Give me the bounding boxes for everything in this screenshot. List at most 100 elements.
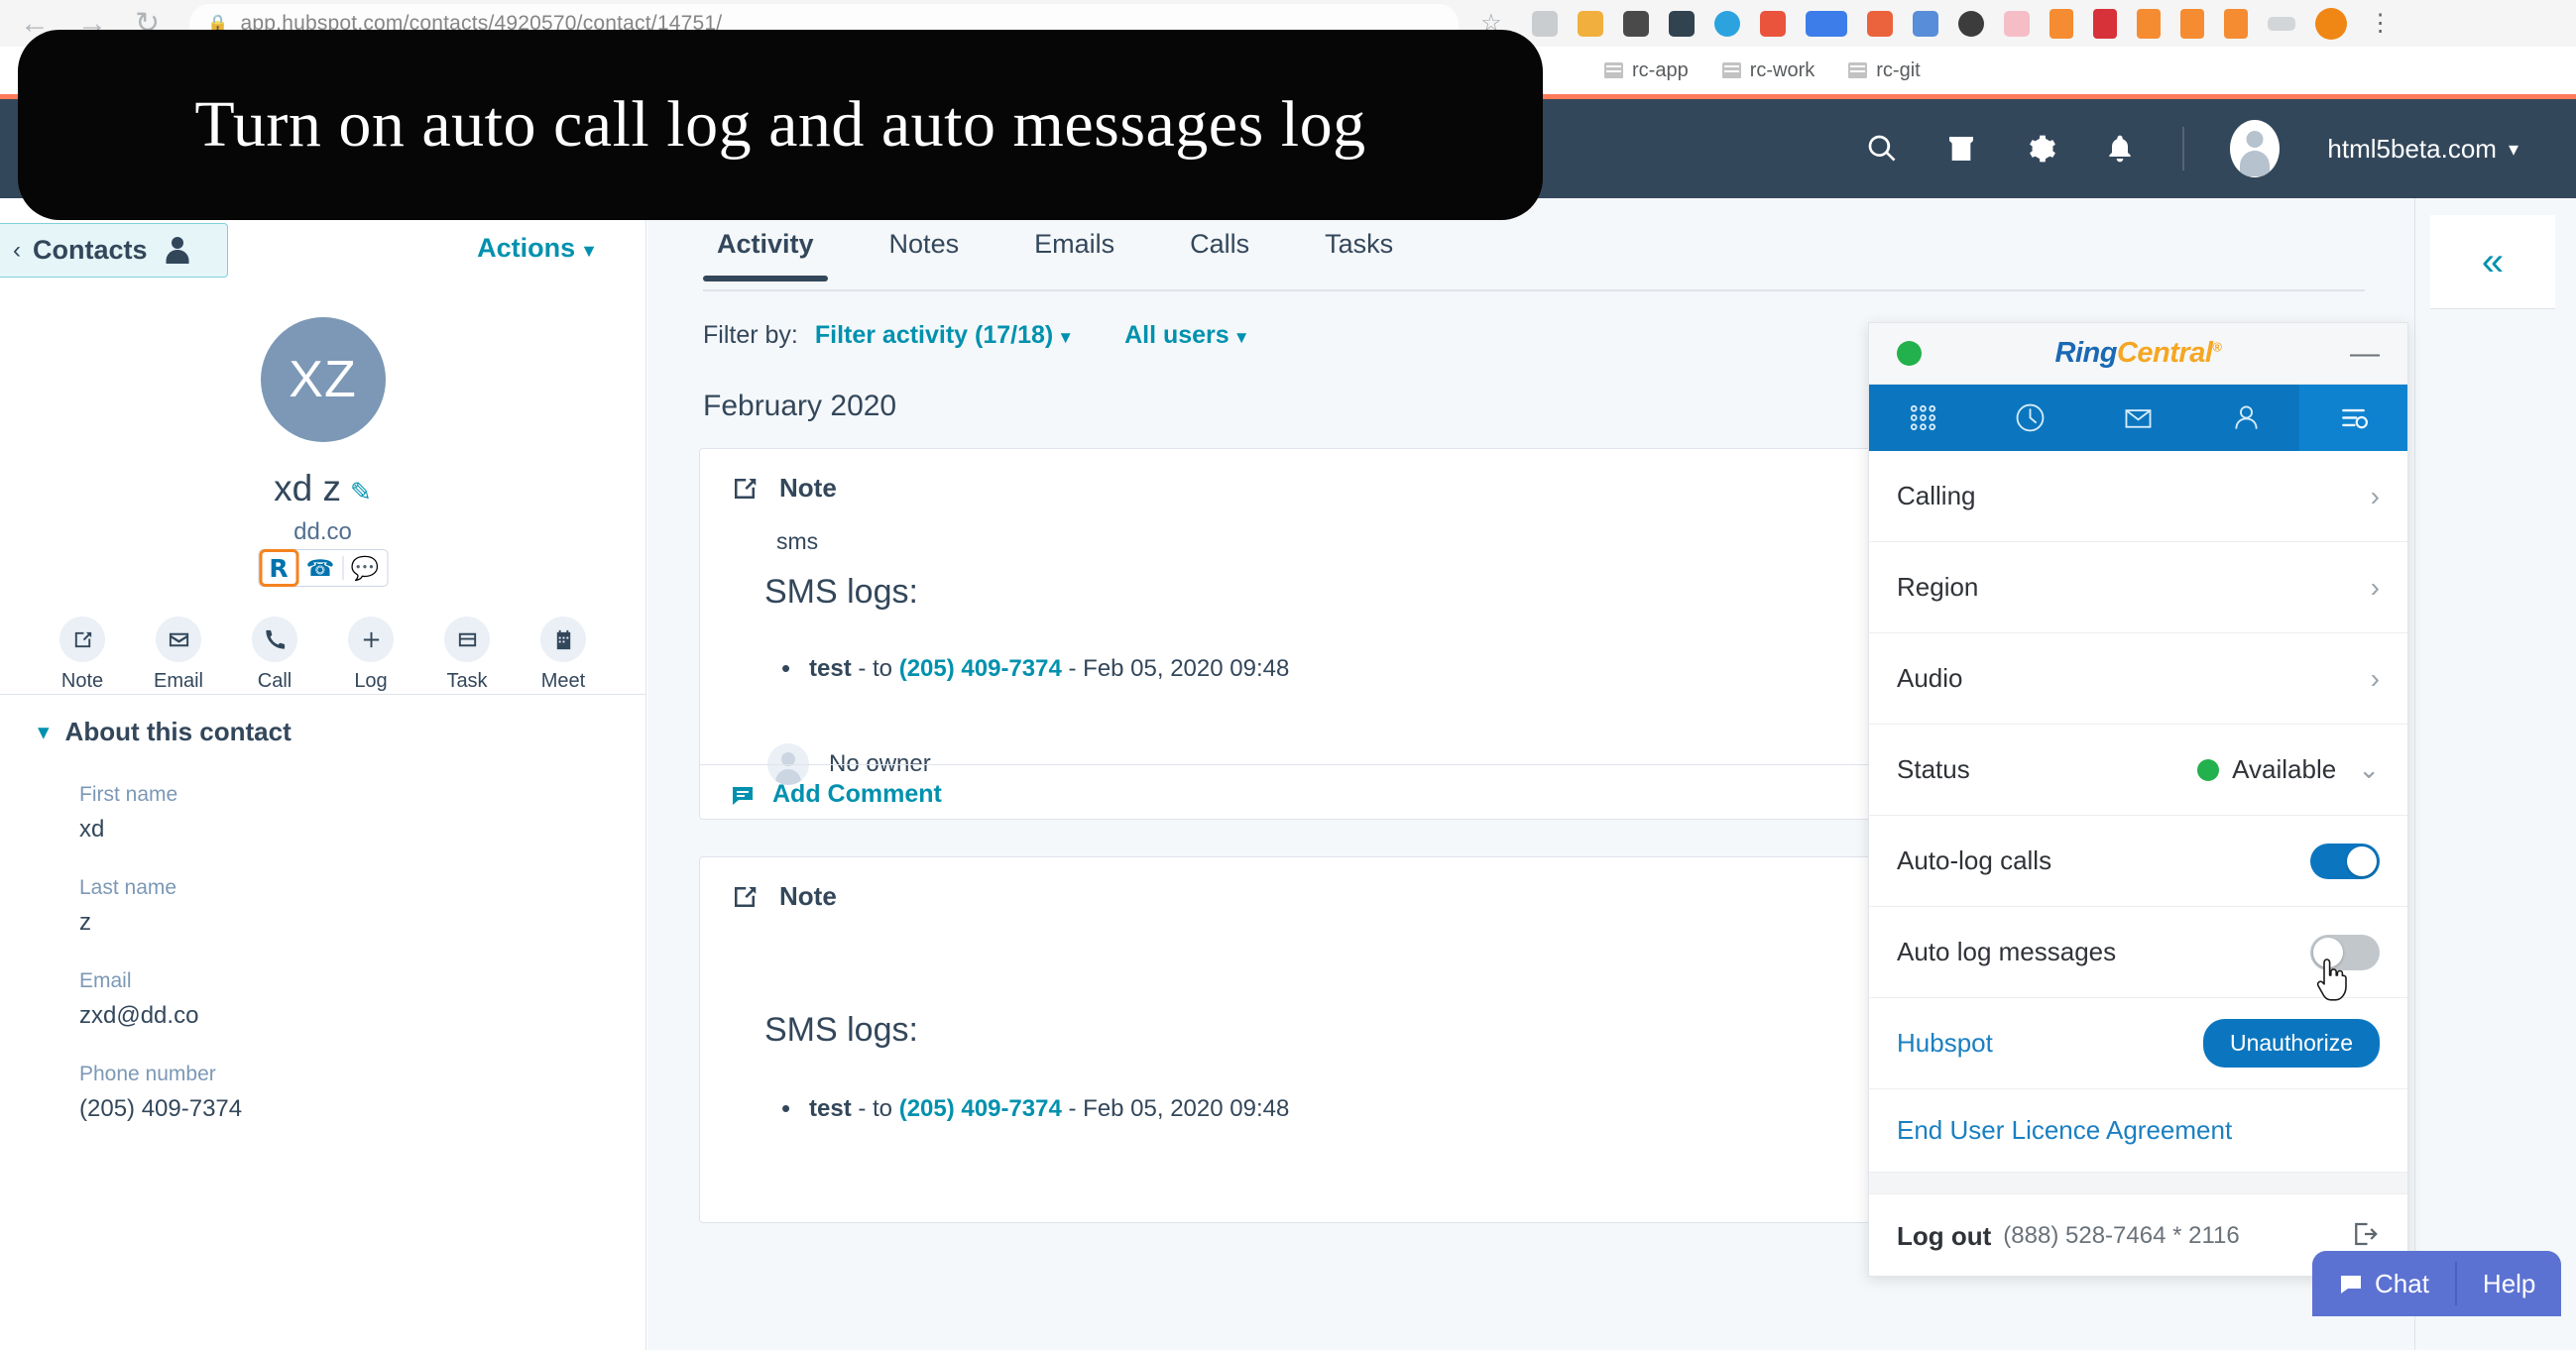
bookmark-label: rc-app bbox=[1632, 58, 1689, 81]
tab-activity[interactable]: Activity bbox=[703, 223, 828, 281]
extension-icon-rc-3[interactable] bbox=[2179, 8, 2204, 39]
bookmark-rc-work[interactable]: rc-work bbox=[1721, 59, 1815, 82]
filter-activity-dropdown[interactable]: Filter activity (17/18) ▼ bbox=[815, 321, 1074, 350]
chevron-right-icon: › bbox=[2370, 571, 2380, 603]
add-comment-button[interactable]: Add Comment bbox=[730, 780, 942, 809]
phone-icon[interactable]: ☎ bbox=[298, 550, 342, 586]
account-menu[interactable]: html5beta.com bbox=[2327, 134, 2497, 165]
mouse-cursor-icon bbox=[2313, 958, 2347, 1002]
edit-pencil-icon[interactable]: ✎ bbox=[350, 477, 372, 507]
contact-domain: dd.co bbox=[293, 518, 352, 545]
settings-row-status[interactable]: Status Available ⌄ bbox=[1869, 725, 2407, 816]
chevron-right-icon: › bbox=[2370, 662, 2380, 694]
settings-row-eula[interactable]: End User Licence Agreement bbox=[1869, 1089, 2407, 1173]
extension-icons[interactable] bbox=[1531, 7, 2347, 40]
minimize-button[interactable]: — bbox=[2350, 338, 2380, 369]
settings-row-region[interactable]: Region › bbox=[1869, 542, 2407, 633]
field-value[interactable]: (205) 409-7374 bbox=[79, 1095, 242, 1123]
note-heading: SMS logs: bbox=[764, 573, 918, 611]
dialpad-tab[interactable] bbox=[1869, 385, 1977, 451]
back-to-contacts-button[interactable]: ‹ Contacts bbox=[0, 223, 228, 278]
actions-dropdown[interactable]: Actions ▼ bbox=[477, 233, 598, 264]
extension-icon-rc-4[interactable] bbox=[2223, 8, 2248, 39]
profile-avatar-icon[interactable] bbox=[2314, 7, 2347, 40]
quick-action-call[interactable]: Call bbox=[239, 617, 310, 693]
extension-icon-2[interactable] bbox=[1577, 10, 1603, 37]
sms-entry-phone[interactable]: (205) 409-7374 bbox=[899, 655, 1062, 682]
sms-entry-date: - Feb 05, 2020 09:48 bbox=[1061, 1095, 1290, 1122]
field-value[interactable]: z bbox=[79, 909, 242, 937]
contacts-tab[interactable] bbox=[2192, 385, 2300, 451]
tab-calls[interactable]: Calls bbox=[1176, 223, 1263, 281]
chevron-down-icon: ▾ bbox=[38, 719, 50, 744]
search-icon[interactable] bbox=[1865, 132, 1899, 166]
ringcentral-button-group[interactable]: R ☎ 💬 bbox=[258, 549, 388, 587]
chevron-down-icon: ▼ bbox=[580, 241, 598, 261]
actions-label: Actions bbox=[477, 233, 576, 263]
quick-action-log[interactable]: Log bbox=[335, 617, 407, 693]
exit-icon[interactable] bbox=[2350, 1219, 2380, 1254]
quick-action-task[interactable]: Task bbox=[431, 617, 503, 693]
extension-icon-new[interactable] bbox=[1805, 10, 1847, 37]
extension-icon-4[interactable] bbox=[1668, 10, 1695, 37]
extension-icon-5[interactable] bbox=[1713, 10, 1740, 37]
quick-action-label: Log bbox=[354, 670, 388, 692]
ringcentral-tabbar bbox=[1869, 385, 2407, 451]
right-rail: « bbox=[2414, 198, 2576, 1350]
hubspot-link[interactable]: Hubspot bbox=[1897, 1028, 1993, 1059]
tab-tasks[interactable]: Tasks bbox=[1311, 223, 1407, 281]
filter-users-dropdown[interactable]: All users ▼ bbox=[1124, 321, 1249, 350]
extension-icon-10[interactable] bbox=[1957, 10, 1984, 37]
history-tab[interactable] bbox=[1977, 385, 2085, 451]
caption-text: Turn on auto call log and auto messages … bbox=[194, 88, 1366, 161]
sms-icon[interactable]: 💬 bbox=[343, 550, 387, 586]
about-fields: First name xd Last name z Email zxd@dd.c… bbox=[79, 783, 242, 1156]
quick-action-meet[interactable]: Meet bbox=[527, 617, 599, 693]
extension-icon-3[interactable] bbox=[1622, 10, 1649, 37]
collapse-panel-button[interactable]: « bbox=[2430, 215, 2555, 309]
extension-icon-rc-2[interactable] bbox=[2136, 8, 2161, 39]
avatar[interactable] bbox=[2230, 120, 2281, 177]
extension-icon-6[interactable] bbox=[1759, 10, 1786, 37]
gear-icon[interactable] bbox=[2024, 132, 2057, 166]
chat-button[interactable]: Chat bbox=[2312, 1251, 2455, 1316]
sms-entry-phone[interactable]: (205) 409-7374 bbox=[899, 1095, 1062, 1122]
chevron-down-icon[interactable]: ▾ bbox=[2509, 137, 2518, 162]
extension-icon-17[interactable] bbox=[2267, 16, 2295, 31]
tab-notes[interactable]: Notes bbox=[876, 223, 974, 281]
extension-icon-1[interactable] bbox=[1531, 10, 1558, 37]
note-body-text: sms bbox=[776, 528, 819, 554]
chrome-menu-icon[interactable]: ⋮ bbox=[2369, 9, 2393, 38]
tab-emails[interactable]: Emails bbox=[1020, 223, 1128, 281]
settings-row-calling[interactable]: Calling › bbox=[1869, 451, 2407, 542]
row-label: Status bbox=[1897, 754, 1970, 784]
bookmark-rc-git[interactable]: rc-git bbox=[1848, 59, 1921, 82]
bell-icon[interactable] bbox=[2103, 132, 2137, 166]
bookmark-rc-app[interactable]: rc-app bbox=[1604, 59, 1689, 82]
quick-action-note[interactable]: Note bbox=[47, 617, 118, 693]
extension-icon-9[interactable] bbox=[1912, 10, 1938, 37]
field-value[interactable]: zxd@dd.co bbox=[79, 1002, 242, 1030]
sms-entry-mid: - to bbox=[851, 655, 899, 682]
about-section-header[interactable]: ▾ About this contact bbox=[38, 717, 292, 747]
messages-tab[interactable] bbox=[2084, 385, 2192, 451]
extension-icon-rc-1[interactable] bbox=[2049, 8, 2073, 39]
logo-central: Central bbox=[2116, 337, 2213, 369]
eula-link: End User Licence Agreement bbox=[1897, 1115, 2233, 1145]
unauthorize-button[interactable]: Unauthorize bbox=[2202, 1019, 2380, 1068]
settings-row-audio[interactable]: Audio › bbox=[1869, 633, 2407, 725]
quick-actions: Note Email Call Log Task Meet bbox=[0, 617, 645, 693]
extension-icon-13[interactable] bbox=[2092, 8, 2117, 39]
autolog-calls-toggle[interactable] bbox=[2310, 843, 2380, 879]
extension-icon-11[interactable] bbox=[2003, 10, 2030, 37]
settings-tab[interactable] bbox=[2299, 385, 2407, 451]
marketplace-icon[interactable] bbox=[1944, 132, 1978, 166]
note-icon bbox=[59, 617, 105, 662]
quick-action-email[interactable]: Email bbox=[143, 617, 214, 693]
field-value[interactable]: xd bbox=[79, 816, 242, 844]
help-button[interactable]: Help bbox=[2457, 1251, 2561, 1316]
ringcentral-logo-icon[interactable]: R bbox=[259, 549, 298, 587]
settings-row-autolog-calls[interactable]: Auto-log calls bbox=[1869, 816, 2407, 907]
phone-icon bbox=[252, 617, 297, 662]
extension-icon-8[interactable] bbox=[1866, 10, 1893, 37]
